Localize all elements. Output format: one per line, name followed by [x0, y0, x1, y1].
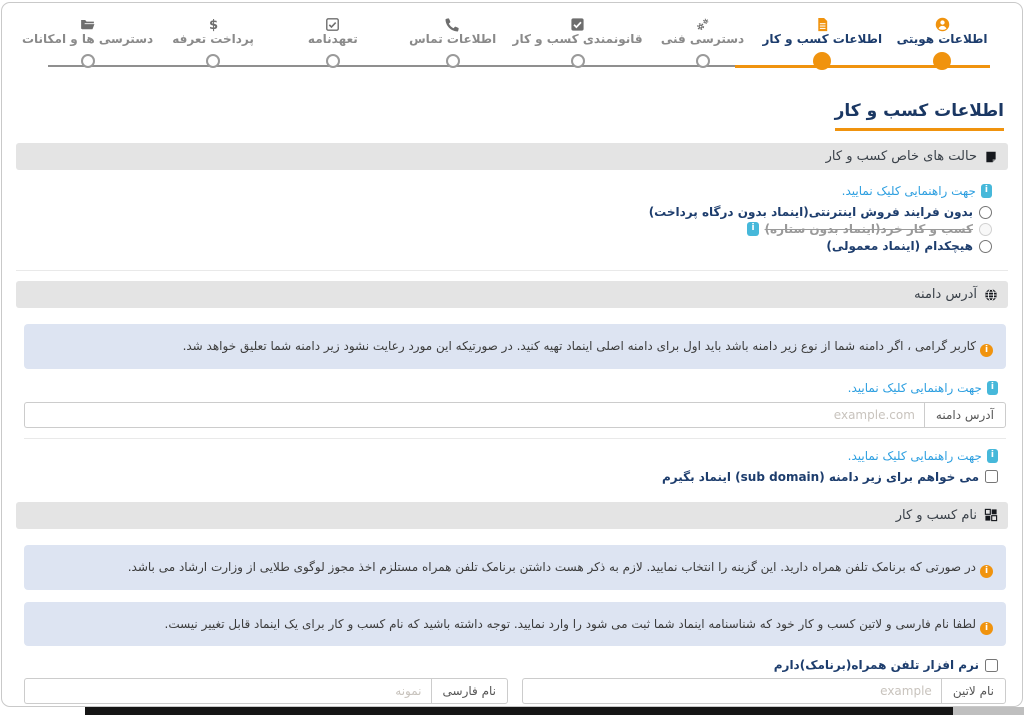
- radio-none-regular[interactable]: هیچکدام (اینماد معمولی): [24, 239, 992, 253]
- persian-name-label: نام فارسی: [431, 678, 508, 704]
- step-contact-info[interactable]: اطلاعات تماس: [393, 15, 513, 77]
- check-square-icon: [570, 15, 585, 32]
- radio-input[interactable]: [979, 223, 992, 236]
- business-file-icon: [815, 15, 830, 32]
- latin-name-label: نام لاتین: [941, 678, 1006, 704]
- step-label: دسترسی فنی: [661, 32, 744, 50]
- step-dot[interactable]: [696, 54, 710, 68]
- step-label: تعهدنامه: [308, 32, 358, 50]
- screen-bottom-bar: [85, 707, 953, 715]
- section-header-special-modes: حالت های خاص کسب و کار: [16, 143, 1008, 170]
- page-title: اطلاعات کسب و کار: [835, 101, 1004, 131]
- step-label: اطلاعات تماس: [409, 32, 496, 50]
- info-circle-icon: i: [980, 344, 993, 357]
- step-dot[interactable]: [813, 52, 831, 70]
- phone-icon: [445, 15, 460, 32]
- step-label: اطلاعات کسب و کار: [763, 32, 883, 50]
- radio-input[interactable]: [979, 240, 992, 253]
- step-label: اطلاعات هویتی: [897, 32, 988, 50]
- special-modes-help-link[interactable]: i جهت راهنمایی کلیک نمایید.: [24, 184, 992, 198]
- section-title: حالت های خاص کسب و کار: [826, 149, 977, 164]
- step-label: قانونمندی کسب و کار: [513, 32, 643, 50]
- step-tariff-payment[interactable]: $ پرداخت تعرفه: [153, 15, 273, 77]
- divider: [24, 438, 1006, 439]
- domain-input-group: آدرس دامنه: [24, 402, 1006, 428]
- divider: [16, 270, 1008, 271]
- persian-name-input[interactable]: [24, 678, 431, 704]
- domain-help-link-2[interactable]: i جهت راهنمایی کلیک نمایید.: [24, 449, 998, 463]
- info-badge-icon: i: [987, 381, 998, 395]
- step-dot[interactable]: [933, 52, 951, 70]
- info-circle-icon: i: [980, 565, 993, 578]
- mobile-app-alert: iدر صورتی که برنامک تلفن همراه دارید. ای…: [24, 545, 1006, 590]
- domain-alert: iکاربر گرامی ، اگر دامنه شما از نوع زیر …: [24, 324, 1006, 369]
- info-badge-icon: i: [981, 184, 992, 198]
- wizard-window: اطلاعات هویتی اطلاعات کسب و کار دسترسی ف…: [1, 2, 1023, 707]
- business-name-alert: iلطفا نام فارسی و لاتین کسب و کار خود که…: [24, 602, 1006, 647]
- step-commitment-letter[interactable]: تعهدنامه: [273, 15, 393, 77]
- step-label: دسترسی ها و امکانات: [22, 32, 153, 50]
- globe-icon: [984, 288, 998, 302]
- persian-name-group: نام فارسی: [24, 678, 508, 704]
- step-dot[interactable]: [446, 54, 460, 68]
- folder-icon: [80, 15, 95, 32]
- subdomain-checkbox[interactable]: [985, 470, 998, 483]
- step-technical-access[interactable]: دسترسی فنی: [643, 15, 763, 77]
- step-business-info[interactable]: اطلاعات کسب و کار: [762, 15, 882, 77]
- step-business-legality[interactable]: قانونمندی کسب و کار: [513, 15, 643, 77]
- mobile-app-checkbox-row[interactable]: نرم افزار تلفن همراه(برنامک)دارم: [24, 658, 998, 672]
- info-badge-icon[interactable]: i: [747, 222, 758, 236]
- section-header-domain: آدرس دامنه: [16, 281, 1008, 308]
- domain-input[interactable]: [24, 402, 924, 428]
- stepper-connector-progress: [735, 65, 990, 68]
- screen-bottom-bar-right: [953, 707, 1024, 715]
- agreement-icon: [325, 15, 340, 32]
- section-title: آدرس دامنه: [914, 287, 977, 302]
- wizard-stepper: اطلاعات هویتی اطلاعات کسب و کار دسترسی ف…: [22, 15, 1002, 77]
- mobile-app-checkbox[interactable]: [985, 659, 998, 672]
- step-dot[interactable]: [81, 54, 95, 68]
- dollar-icon: $: [206, 15, 221, 32]
- grid-icon: [984, 508, 998, 522]
- note-icon: [984, 150, 998, 164]
- section-header-business-name: نام کسب و کار: [16, 502, 1008, 529]
- domain-help-link-1[interactable]: i جهت راهنمایی کلیک نمایید.: [24, 381, 998, 395]
- step-identity-info[interactable]: اطلاعات هویتی: [882, 15, 1002, 77]
- step-label: پرداخت تعرفه: [172, 32, 254, 50]
- info-badge-icon: i: [987, 449, 998, 463]
- step-dot[interactable]: [571, 54, 585, 68]
- step-accesses-features[interactable]: دسترسی ها و امکانات: [22, 15, 153, 77]
- radio-input[interactable]: [979, 206, 992, 219]
- domain-input-label: آدرس دامنه: [924, 402, 1006, 428]
- latin-name-input[interactable]: [522, 678, 941, 704]
- gears-icon: [695, 15, 710, 32]
- step-dot[interactable]: [326, 54, 340, 68]
- radio-micro-business[interactable]: کسب و کار خرد(اینماد بدون ستاره) i: [24, 222, 992, 236]
- latin-name-group: نام لاتین: [522, 678, 1006, 704]
- radio-no-online-sales[interactable]: بدون فرایند فروش اینترنتی(اینماد بدون در…: [24, 205, 992, 219]
- subdomain-checkbox-row[interactable]: می خواهم برای زیر دامنه (sub domain) این…: [24, 470, 998, 484]
- user-circle-icon: [935, 15, 950, 32]
- section-title: نام کسب و کار: [896, 508, 977, 523]
- svg-text:$: $: [209, 18, 218, 32]
- info-circle-icon: i: [980, 622, 993, 635]
- step-dot[interactable]: [206, 54, 220, 68]
